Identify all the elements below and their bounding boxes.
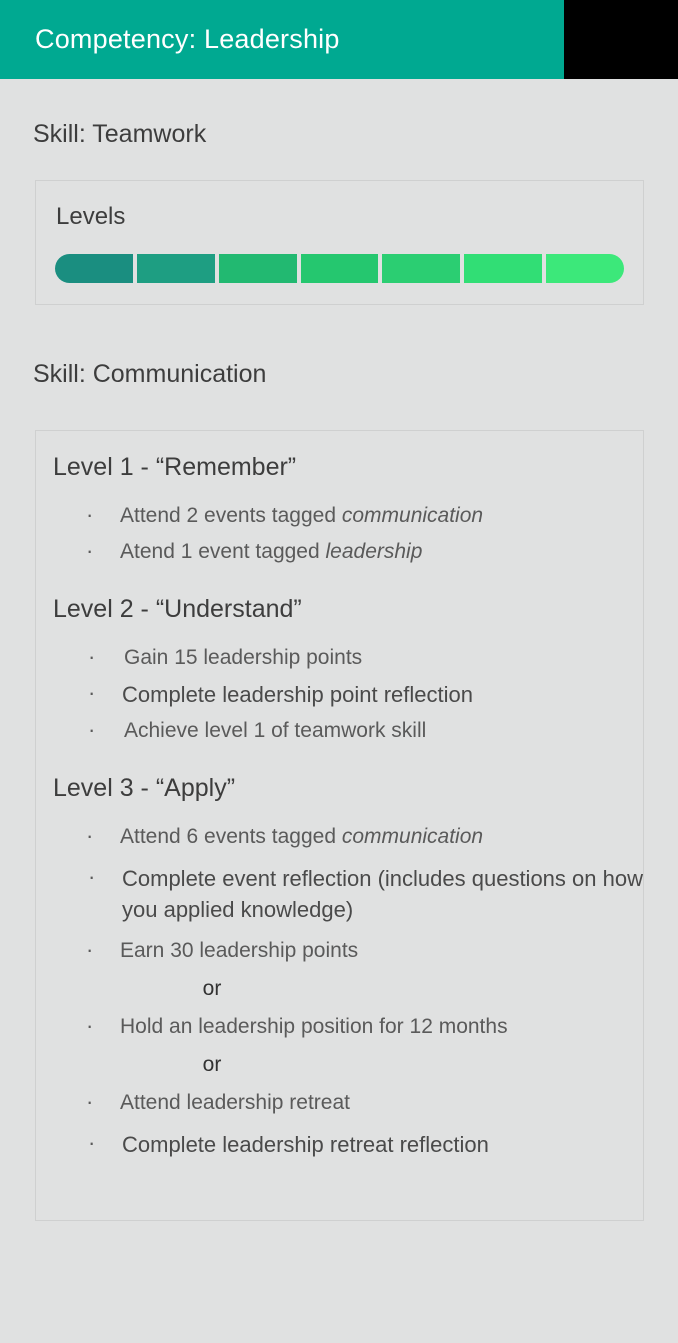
level-segment-5[interactable] [382, 254, 461, 283]
requirement-tag: communication [341, 825, 484, 849]
level-block-1: Level 1 - “Remember” Attend 2 events tagg… [36, 455, 643, 567]
or-separator: or [202, 976, 222, 1000]
requirement-list-alt-2: Attend leadership retreat Complete leader… [36, 1087, 643, 1160]
communication-levels-card: Level 1 - “Remember” Attend 2 events tagg… [35, 430, 644, 1222]
level-title: Level 1 - “Remember” [53, 453, 297, 481]
requirement-item: Complete leadership point reflection [36, 678, 643, 710]
level-segment-7[interactable] [546, 254, 625, 283]
skill-heading-communication: Skill: Communication [33, 360, 267, 388]
level-segment-4[interactable] [300, 254, 379, 283]
requirement-item: Earn 30 leadership points [36, 935, 643, 966]
requirement-item: Complete leadership retreat reflection [36, 1128, 643, 1160]
level-block-3: Level 3 - “Apply” Attend 6 events tagged … [36, 776, 643, 1160]
requirement-item: Attend 2 events tagged communication [36, 500, 643, 531]
level-block-2: Level 2 - “Understand” Gain 15 leadership… [36, 594, 643, 746]
or-separator: or [202, 1052, 222, 1076]
level-segment-2[interactable] [136, 254, 215, 283]
requirement-list-alt-1: Hold an leadership position for 12 month… [36, 1011, 643, 1042]
requirement-tag: communication [341, 504, 484, 527]
header-filler [564, 0, 678, 79]
header: Competency: Leadership [0, 0, 678, 79]
level-progress-bar [55, 254, 625, 283]
requirement-list: Gain 15 leadership points Complete leader… [36, 642, 643, 746]
requirement-list: Attend 2 events tagged communication Aten… [36, 500, 643, 567]
page-title: Competency: Leadership [35, 24, 340, 54]
levels-card: Levels [35, 180, 644, 305]
requirement-item: Complete event reflection (includes ques… [36, 862, 643, 925]
requirement-item: Hold an leadership position for 12 month… [36, 1011, 643, 1042]
level-segment-3[interactable] [218, 254, 297, 283]
level-segment-6[interactable] [464, 254, 543, 283]
skill-heading-teamwork: Skill: Teamwork [33, 120, 207, 148]
requirement-item: Attend leadership retreat [36, 1087, 643, 1118]
requirement-item: Atend 1 event tagged leadership [36, 536, 643, 567]
requirement-item: Achieve level 1 of teamwork skill [36, 715, 643, 746]
requirement-list: Attend 6 events tagged communication Comp… [36, 821, 643, 966]
requirement-tag: leadership [325, 539, 423, 563]
level-title: Level 3 - “Apply” [53, 774, 236, 803]
levels-label: Levels [56, 203, 126, 230]
level-segment-1[interactable] [55, 254, 133, 283]
header-bar: Competency: Leadership [0, 0, 564, 79]
requirement-item: Gain 15 leadership points [36, 642, 643, 673]
level-title: Level 2 - “Understand” [53, 594, 302, 623]
requirement-item: Attend 6 events tagged communication [36, 821, 643, 852]
